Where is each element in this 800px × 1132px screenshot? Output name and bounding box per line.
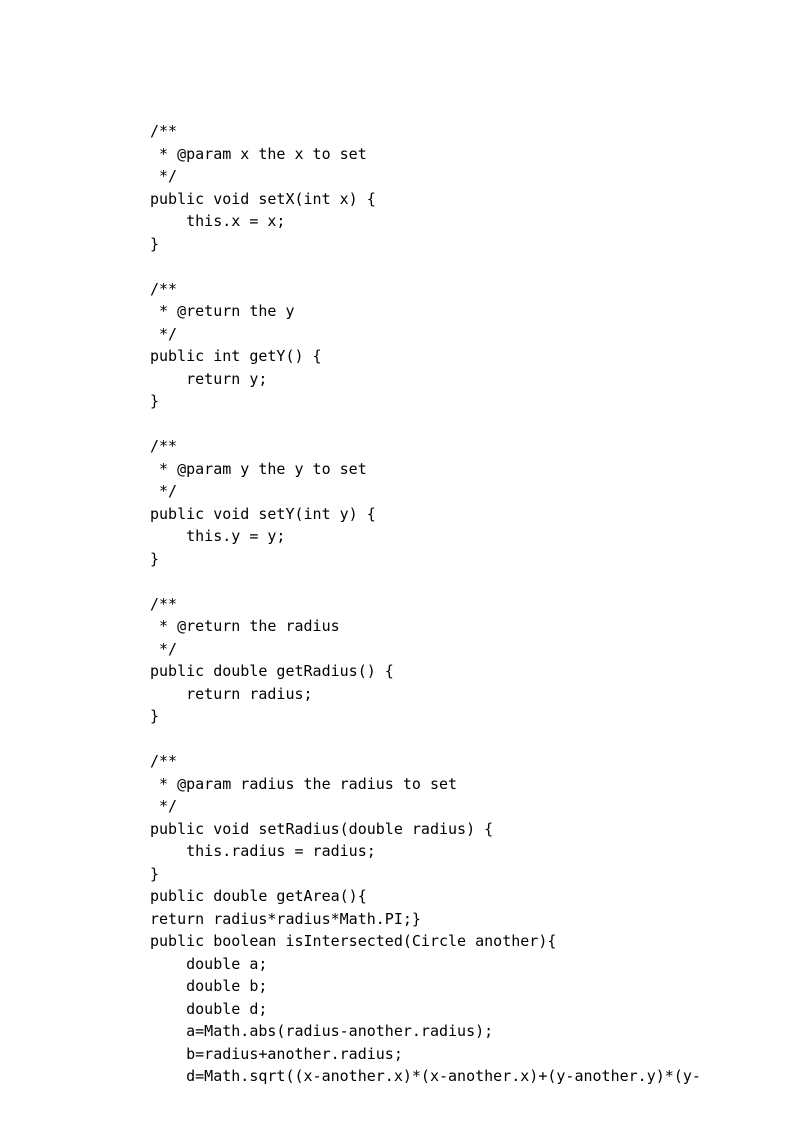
document-page: /** * @param x the x to set */ public vo… <box>0 0 800 1088</box>
code-block: /** * @param x the x to set */ public vo… <box>150 120 650 1088</box>
